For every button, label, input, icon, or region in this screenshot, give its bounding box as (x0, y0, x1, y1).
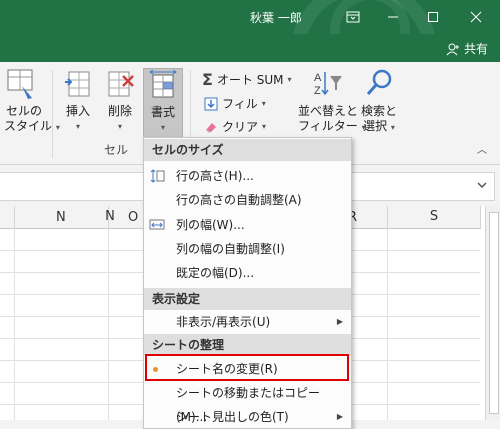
fill-button[interactable]: フィル ▾ (204, 95, 266, 112)
menu-section-organize-sheets: シートの整理 (144, 334, 351, 356)
clear-button[interactable]: クリア ▾ (204, 118, 266, 135)
chevron-down-icon: ▾ (390, 123, 395, 132)
format-cells-icon (149, 69, 177, 98)
user-name[interactable]: 秋葉 一郎 (250, 9, 302, 26)
insert-label: 挿入 (65, 104, 90, 118)
menu-item-row-height-label: 行の高さ(H)... (176, 169, 254, 183)
menu-section-cell-size: セルのサイズ (144, 139, 351, 161)
gridline (387, 228, 388, 420)
ribbon-display-icon (346, 11, 360, 23)
cell-styles-label-2-text: スタイル (4, 119, 53, 133)
svg-text:Z: Z (314, 85, 321, 97)
maximize-button[interactable] (413, 0, 453, 34)
submenu-arrow-icon: ▶ (336, 412, 343, 421)
menu-item-hide-unhide-label: 非表示/再表示(U) (176, 315, 271, 329)
sort-filter-label-2-text: フィルター (298, 119, 358, 133)
column-letter-o: O (128, 210, 139, 225)
delete-label: 削除 (107, 104, 132, 118)
cell-styles-label-1: セルの (5, 104, 42, 118)
menu-item-move-copy-sheet[interactable]: シートの移動またはコピー(M)... (144, 381, 351, 424)
find-select-label-2: 選択 ▾ (358, 119, 400, 135)
menu-item-row-height[interactable]: 行の高さ(H)... (144, 164, 351, 188)
sort-filter-label-2: フィルター ▾ (298, 119, 366, 135)
gridline (108, 228, 109, 420)
find-select-label-2-text: 選択 (363, 119, 388, 133)
chevron-down-icon: ▾ (262, 122, 267, 131)
fill-label: フィル (222, 97, 258, 111)
menu-item-autofit-row-label: 行の高さの自動調整(A) (176, 193, 302, 207)
cell-styles-button[interactable]: セルの スタイル ▾ (0, 68, 60, 135)
insert-cells-icon (65, 71, 90, 97)
autosum-label: オート SUM (216, 73, 284, 87)
ribbon-separator (52, 70, 53, 158)
menu-item-default-width[interactable]: 既定の幅(D)... (144, 261, 351, 285)
chevron-down-icon: ▾ (117, 122, 122, 131)
svg-text:A: A (314, 72, 322, 84)
chevron-down-icon: ▾ (261, 99, 266, 108)
column-letter-n: N (56, 210, 66, 225)
row-header-corner (0, 206, 15, 229)
eraser-icon (206, 122, 216, 133)
sort-filter-button[interactable]: A Z 並べ替えと フィルター ▾ (298, 68, 366, 135)
menu-item-autofit-row[interactable]: 行の高さの自動調整(A) (144, 188, 351, 212)
magnifier-icon (366, 69, 392, 95)
menu-item-hide-unhide[interactable]: 非表示/再表示(U) ▶ (144, 310, 351, 334)
format-label: 書式 (150, 105, 175, 119)
find-select-button[interactable]: 検索と 選択 ▾ (358, 68, 400, 135)
chevron-down-icon: ▾ (160, 123, 165, 132)
find-select-label-1: 検索と (360, 104, 397, 118)
cell-styles-label-2: スタイル ▾ (4, 119, 60, 135)
title-bar: 秋葉 一郎 (0, 0, 500, 34)
ribbon-display-options-button[interactable] (333, 0, 373, 34)
collapse-ribbon-button[interactable]: ︿ (472, 142, 492, 158)
menu-item-tab-color[interactable]: シート見出しの色(T) ▶ (144, 405, 351, 429)
close-button[interactable] (456, 0, 496, 34)
rename-sheet-highlight-box (145, 354, 349, 381)
delete-cells-icon (108, 71, 134, 97)
menu-item-autofit-column-label: 列の幅の自動調整(I) (176, 242, 285, 256)
sigma-icon: Σ (202, 70, 213, 89)
format-button[interactable]: 書式 ▾ (143, 68, 183, 140)
column-header-s-label: S (429, 209, 439, 224)
column-width-icon (149, 219, 165, 230)
sort-filter-label-1: 並べ替えと (298, 104, 359, 118)
autosum-button[interactable]: Σ オート SUM ▾ (202, 70, 292, 89)
submenu-arrow-icon: ▶ (336, 317, 343, 326)
menu-item-tab-color-label: シート見出しの色(T) (176, 410, 289, 424)
menu-section-visibility: 表示設定 (144, 288, 351, 310)
minimize-icon (388, 16, 398, 18)
maximize-icon (428, 12, 438, 22)
sort-filter-icon: A Z (314, 72, 342, 97)
column-header-n-label: N (105, 209, 115, 224)
chevron-down-icon[interactable] (476, 179, 488, 191)
row-height-icon (150, 169, 165, 183)
share-button[interactable]: 共有 (446, 40, 488, 57)
vertical-scrollbar[interactable] (485, 206, 500, 420)
cell-styles-icon (7, 69, 33, 99)
scrollbar-thumb[interactable] (489, 212, 499, 414)
share-row: 共有 (0, 34, 500, 62)
person-icon (446, 43, 459, 55)
menu-item-column-width-label: 列の幅(W)... (176, 218, 245, 232)
column-header-s[interactable]: S (388, 206, 481, 229)
chevron-down-icon: ▾ (287, 75, 292, 84)
fill-down-icon (204, 97, 218, 110)
menu-item-column-width[interactable]: 列の幅(W)... (144, 213, 351, 237)
format-dropdown-menu: セルのサイズ 行の高さ(H)... 行の高さの自動調整(A) 列の幅(W)...… (143, 137, 352, 429)
minimize-button[interactable] (373, 0, 413, 34)
delete-button[interactable]: 削除 ▾ (102, 68, 138, 134)
clear-label: クリア (222, 120, 259, 134)
gridline (14, 228, 15, 420)
insert-button[interactable]: 挿入 ▾ (60, 68, 96, 134)
chevron-up-icon: ︿ (477, 145, 487, 156)
menu-item-default-width-label: 既定の幅(D)... (176, 266, 255, 280)
chevron-down-icon: ▾ (75, 122, 80, 131)
share-label: 共有 (463, 42, 488, 56)
cells-group-label: セル (104, 143, 129, 157)
close-icon (470, 11, 482, 23)
menu-item-autofit-column[interactable]: 列の幅の自動調整(I) (144, 237, 351, 261)
